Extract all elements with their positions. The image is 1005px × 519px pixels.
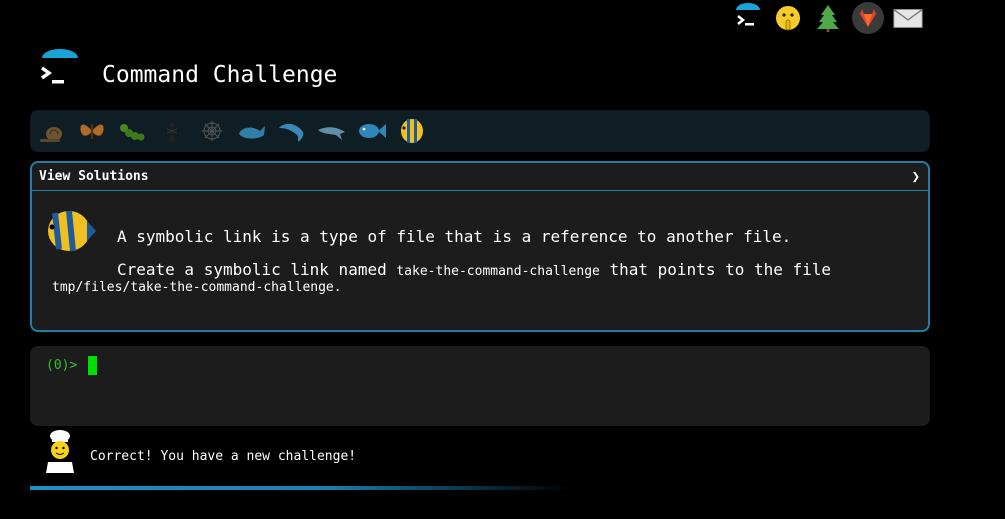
butterfly-icon[interactable] — [76, 115, 108, 147]
target-path: tmp/files/take-the-command-challenge. — [52, 280, 342, 295]
terminal-prompt: (0)> — [46, 358, 78, 373]
dolphin-icon[interactable] — [316, 115, 348, 147]
tree-icon[interactable] — [812, 2, 844, 34]
page-title: Command Challenge — [102, 62, 338, 88]
ant-icon[interactable] — [156, 115, 188, 147]
whale-icon[interactable] — [236, 115, 268, 147]
challenge-description: A symbolic link is a type of file that i… — [117, 227, 792, 246]
instruction-text-suffix: that points to the file — [599, 260, 832, 279]
link-name-code: take-the-command-challenge — [396, 264, 600, 279]
view-solutions-label: View Solutions — [39, 169, 149, 184]
mail-icon[interactable] — [892, 2, 924, 34]
terminal-cursor — [88, 356, 97, 375]
view-solutions-toggle[interactable]: View Solutions ❯ — [32, 163, 928, 191]
terminal-input-area[interactable]: (0)> — [30, 346, 930, 426]
level-bar — [30, 110, 930, 152]
feedback-message: Correct! You have a new challenge! — [90, 449, 357, 464]
challenge-instruction: Create a symbolic link named take-the-co… — [117, 260, 831, 279]
fish-icon[interactable] — [356, 115, 388, 147]
terminal-logo-icon — [38, 48, 82, 92]
site-logo[interactable] — [38, 48, 82, 92]
target-path-suffix: . — [333, 280, 342, 295]
snail-icon[interactable] — [36, 115, 68, 147]
progress-bar — [30, 486, 570, 490]
caterpillar-icon[interactable] — [116, 115, 148, 147]
shushing-face-icon[interactable] — [772, 2, 804, 34]
spider-web-icon[interactable] — [196, 115, 228, 147]
top-nav — [732, 2, 924, 34]
tropical-fish-icon[interactable] — [396, 115, 428, 147]
chef-icon — [42, 429, 78, 473]
gitlab-icon[interactable] — [852, 2, 884, 34]
dolphin-icon[interactable] — [276, 115, 308, 147]
tropical-fish-icon — [43, 207, 97, 255]
instruction-text: Create a symbolic link named — [117, 260, 397, 279]
chevron-right-icon: ❯ — [911, 168, 920, 185]
target-path-code: tmp/files/take-the-command-challenge — [52, 280, 334, 295]
terminal-icon[interactable] — [732, 2, 764, 34]
challenge-panel: View Solutions ❯ A symbolic link is a ty… — [30, 161, 930, 332]
